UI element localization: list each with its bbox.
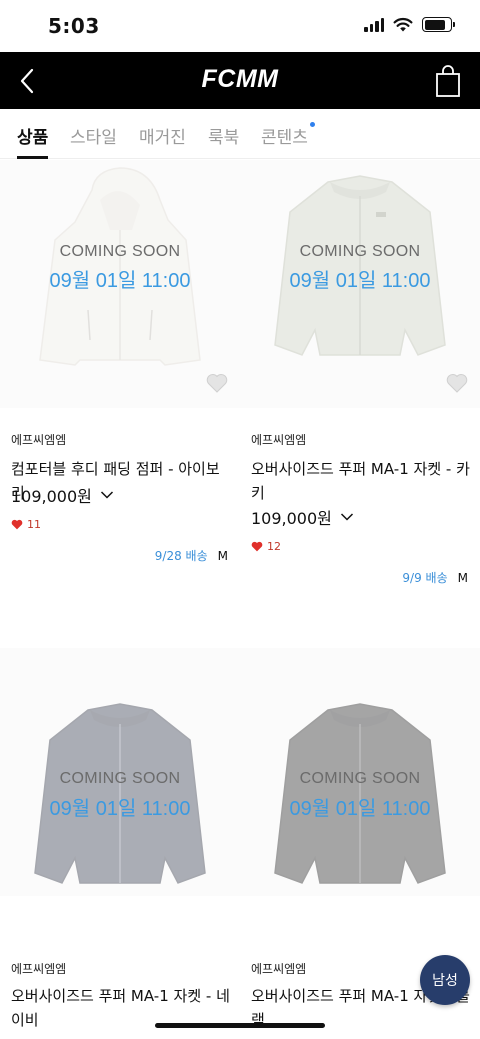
product-image[interactable]: COMING SOON 09월 01일 11:00 (240, 648, 480, 896)
delivery-info: 9/9 배송 M (402, 569, 468, 586)
product-image[interactable]: COMING SOON 09월 01일 11:00 (0, 648, 240, 896)
size-tag: M (217, 548, 228, 563)
coming-soon-label: COMING SOON (299, 770, 421, 787)
gender-filter-button[interactable]: 남성 (420, 955, 470, 1005)
status-icons (364, 17, 455, 32)
coming-soon-label: COMING SOON (299, 243, 421, 260)
battery-icon (422, 17, 455, 32)
wifi-icon (393, 17, 413, 32)
price-dropdown[interactable]: 109,000원 (11, 483, 114, 507)
heart-icon (251, 541, 263, 552)
product-brand: 에프씨엠엠 (11, 962, 67, 976)
like-count: 11 (11, 518, 41, 531)
tab-magazine[interactable]: 매거진 (139, 123, 186, 148)
brand-logo[interactable]: FCMM (0, 65, 480, 94)
new-content-dot (310, 122, 315, 127)
app-header: FCMM (0, 52, 480, 109)
coming-soon-label: COMING SOON (59, 770, 181, 787)
wishlist-heart-button[interactable] (206, 373, 228, 393)
delivery-date: 9/9 배송 (402, 571, 448, 585)
tab-style[interactable]: 스타일 (70, 123, 117, 148)
shopping-bag-icon (436, 65, 460, 97)
release-datetime: 09월 01일 11:00 (289, 270, 431, 292)
coming-soon-label: COMING SOON (59, 243, 181, 260)
tab-lookbook[interactable]: 룩북 (208, 123, 239, 148)
release-datetime: 09월 01일 11:00 (49, 798, 191, 820)
cellular-signal-icon (364, 17, 384, 32)
delivery-info: 9/28 배송 M (155, 547, 228, 564)
product-brand: 에프씨엠엠 (11, 433, 67, 447)
wishlist-heart-button[interactable] (446, 373, 468, 393)
tab-products[interactable]: 상품 (17, 123, 48, 148)
product-image[interactable]: COMING SOON 09월 01일 11:00 (240, 160, 480, 408)
heart-icon (11, 519, 23, 530)
release-datetime: 09월 01일 11:00 (49, 270, 191, 292)
product-price: 109,000원 (11, 487, 92, 506)
tab-contents[interactable]: 콘텐츠 (261, 123, 308, 148)
home-indicator (155, 1023, 325, 1028)
product-name[interactable]: 오버사이즈드 푸퍼 MA-1 자켓 - 카키 (251, 457, 473, 505)
release-datetime: 09월 01일 11:00 (289, 798, 431, 820)
delivery-date: 9/28 배송 (154, 549, 208, 563)
category-tabs: 상품 스타일 매거진 룩북 콘텐츠 (0, 109, 480, 159)
chevron-down-icon (340, 513, 353, 521)
status-bar: 5:03 (0, 0, 480, 52)
chevron-down-icon (100, 491, 113, 499)
shopping-bag-button[interactable] (434, 64, 462, 98)
product-image[interactable]: COMING SOON 09월 01일 11:00 (0, 160, 240, 408)
product-price: 109,000원 (251, 509, 332, 528)
product-brand: 에프씨엠엠 (251, 962, 307, 976)
price-dropdown[interactable]: 109,000원 (251, 505, 354, 529)
product-brand: 에프씨엠엠 (251, 433, 307, 447)
status-time: 5:03 (48, 14, 100, 38)
active-tab-indicator (17, 156, 48, 159)
size-tag: M (457, 570, 468, 585)
like-count: 12 (251, 540, 281, 553)
